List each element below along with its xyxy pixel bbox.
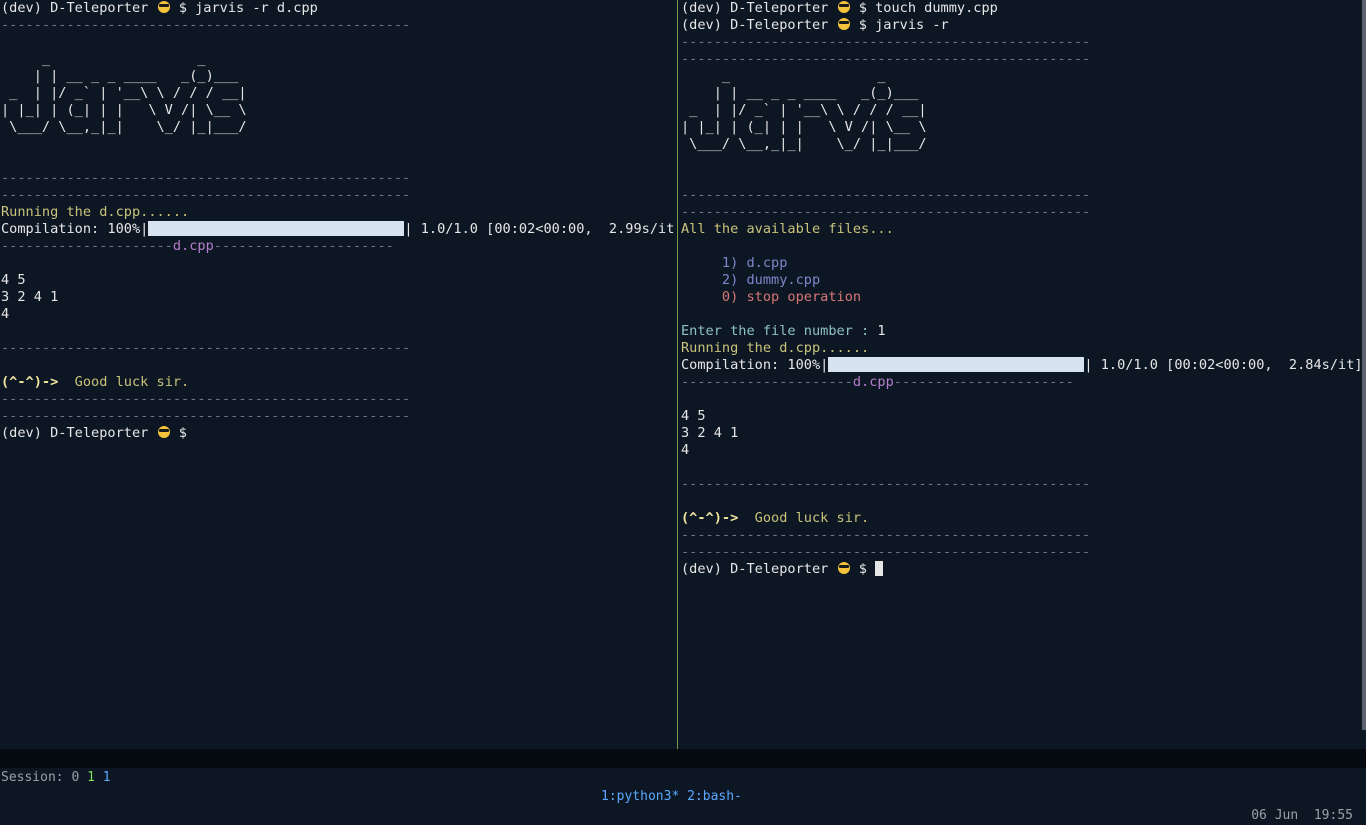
file-option-2[interactable]: 2) dummy.cpp <box>681 272 820 289</box>
window-list[interactable]: 1:python3* 2:bash- <box>601 787 742 806</box>
prompt-line: (dev) D-Teleporter $ touch dummy.cpp <box>681 0 998 16</box>
output-line: 4 5 <box>1 272 26 288</box>
progress-bar <box>148 221 405 236</box>
files-header: All the available files... <box>681 221 894 237</box>
date-time: 06 Jun 19:55 <box>1251 808 1353 823</box>
separator: ----------------------------------------… <box>681 544 1091 560</box>
goodbye-message: (^-^)-> Good luck sir. <box>681 510 870 526</box>
tmux-status-bar: Session: 0 1 1 1:python3* 2:bash- 06 Jun… <box>0 749 1366 823</box>
prompt-line: (dev) D-Teleporter $ jarvis -r d.cpp <box>1 0 318 16</box>
output-line: 4 5 <box>681 408 706 424</box>
jarvis-ascii-logo: _ _ | | __ _ _ ____ _(_)___ _ | |/ _` | … <box>681 68 927 152</box>
output-line: 4 <box>1 306 10 322</box>
separator: ----------------------------------------… <box>681 476 1091 492</box>
compilation-progress: Compilation: 100%| | 1.0/1.0 [00:02<00:00… <box>1 221 676 237</box>
separator: ----------------------------------------… <box>681 187 1091 203</box>
running-message: Running the d.cpp...... <box>1 204 190 220</box>
command-text: jarvis -r <box>875 17 949 33</box>
separator: ----------------------------------------… <box>681 204 1091 220</box>
separator: ----------------------------------------… <box>1 340 411 356</box>
prompt-line: (dev) D-Teleporter $ <box>1 425 187 441</box>
sunglasses-emoji-icon <box>157 426 170 438</box>
compilation-progress: Compilation: 100%| | 1.0/1.0 [00:02<00:00… <box>681 357 1363 373</box>
terminal-pane-right[interactable]: (dev) D-Teleporter $ touch dummy.cpp (de… <box>680 0 1366 749</box>
separator: ----------------------------------------… <box>1 391 411 407</box>
separator: ----------------------------------------… <box>1 17 411 33</box>
file-option-1[interactable]: 1) d.cpp <box>681 255 787 272</box>
output-line: 3 2 4 1 <box>1 289 59 305</box>
progress-bar <box>828 357 1085 372</box>
sunglasses-emoji-icon <box>157 1 170 13</box>
separator: ----------------------------------------… <box>1 170 411 186</box>
command-text: touch dummy.cpp <box>875 0 998 16</box>
file-option-stop[interactable]: 0) stop operation <box>681 289 861 306</box>
sunglasses-emoji-icon <box>837 18 850 30</box>
session-info: Session: 0 1 1 <box>1 770 111 785</box>
sunglasses-emoji-icon <box>837 1 850 13</box>
prompt-line: (dev) D-Teleporter $ jarvis -r <box>681 17 949 33</box>
output-line: 3 2 4 1 <box>681 425 739 441</box>
file-header: ---------------------d.cpp--------------… <box>1 238 394 254</box>
separator: ----------------------------------------… <box>1 187 411 203</box>
file-number-input[interactable]: Enter the file number : 1 <box>681 323 886 340</box>
command-text: jarvis -r d.cpp <box>195 0 318 16</box>
sunglasses-emoji-icon <box>837 562 850 574</box>
separator: ----------------------------------------… <box>681 51 1091 67</box>
jarvis-ascii-logo: _ _ | | __ _ _ ____ _(_)___ _ | |/ _` | … <box>1 51 247 135</box>
file-header: ---------------------d.cpp--------------… <box>681 374 1074 390</box>
output-line: 4 <box>681 442 690 458</box>
running-message: Running the d.cpp...... <box>681 340 870 356</box>
separator: ----------------------------------------… <box>1 408 411 424</box>
scrollbar[interactable] <box>1362 0 1366 730</box>
pane-divider[interactable] <box>677 0 678 749</box>
goodbye-message: (^-^)-> Good luck sir. <box>1 374 190 390</box>
terminal-pane-left[interactable]: (dev) D-Teleporter $ jarvis -r d.cpp ---… <box>0 0 676 749</box>
separator: ----------------------------------------… <box>681 527 1091 543</box>
prompt-line[interactable]: (dev) D-Teleporter $ <box>681 561 884 578</box>
separator: ----------------------------------------… <box>681 34 1091 50</box>
terminal-cursor <box>875 561 884 576</box>
